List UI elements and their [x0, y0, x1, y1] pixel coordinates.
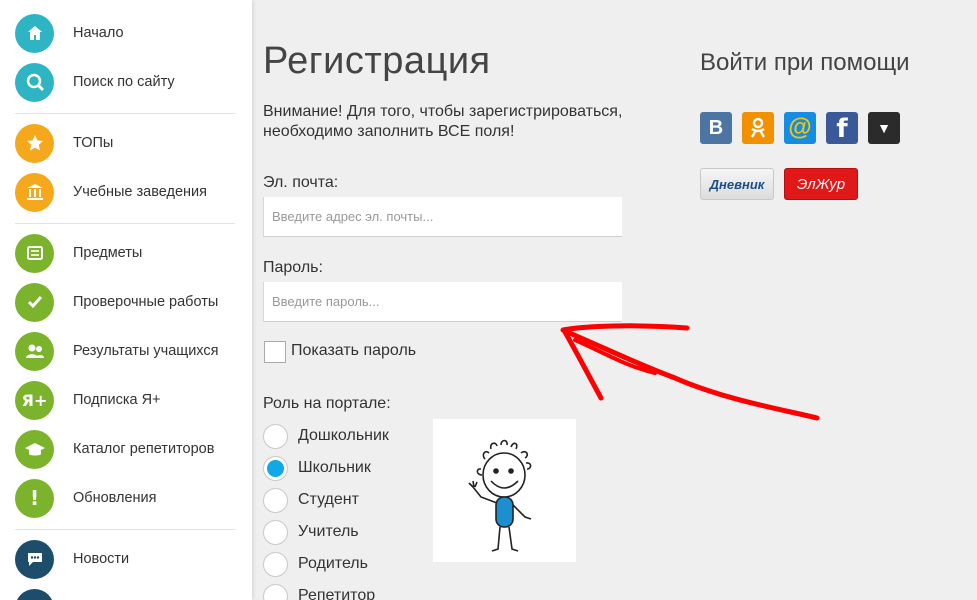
role-option-label: Дошкольник: [298, 427, 389, 444]
sidebar-item-subscription[interactable]: Я+ Подписка Я+: [0, 378, 252, 422]
mail-ru-icon: @: [788, 114, 812, 141]
chat-icon: [15, 539, 54, 579]
sidebar-item-label: Предметы: [73, 245, 143, 261]
radio-button[interactable]: [263, 423, 288, 449]
sidebar-item-tutors[interactable]: Каталог репетиторов: [0, 427, 252, 471]
sidebar-divider: [15, 113, 235, 114]
show-password-label[interactable]: Показать пароль: [291, 342, 416, 360]
facebook-icon: f: [836, 114, 848, 144]
facebook-login-button[interactable]: f: [826, 112, 858, 144]
sidebar-item-label: Поиск по сайту: [73, 74, 175, 90]
role-label: Роль на портале:: [263, 395, 391, 412]
child-figure-icon: [468, 439, 532, 552]
show-password-checkbox[interactable]: [264, 341, 286, 363]
dnevnik-login-button[interactable]: Дневник: [700, 168, 774, 200]
role-option-preschooler[interactable]: Дошкольник: [263, 423, 389, 449]
sidebar-item-label: Обновления: [73, 490, 157, 506]
partial-icon: [15, 588, 54, 600]
vk-login-button[interactable]: В: [700, 112, 732, 144]
role-option-label: Учитель: [298, 523, 359, 540]
institution-icon: [15, 172, 54, 212]
role-option-tutor[interactable]: Репетитор: [263, 583, 375, 600]
page-title: Регистрация: [263, 40, 491, 82]
role-illustration: [433, 419, 576, 562]
sidebar-item-label: Подписка Я+: [73, 392, 161, 408]
more-icon: ▼: [877, 120, 891, 136]
sidebar-item-home[interactable]: Начало: [0, 11, 252, 55]
vk-icon: В: [708, 116, 724, 139]
radio-button[interactable]: [263, 583, 288, 600]
graduation-cap-icon: [15, 429, 54, 469]
email-field[interactable]: Введите адрес эл. почты...: [263, 197, 622, 237]
home-icon: [15, 13, 54, 53]
password-label: Пароль:: [263, 259, 323, 276]
role-option-label: Репетитор: [298, 587, 376, 600]
list-icon: [15, 233, 54, 273]
sidebar-item-partial[interactable]: [0, 586, 252, 600]
odnoklassniki-icon: [750, 117, 766, 138]
sidebar-item-tests[interactable]: Проверочные работы: [0, 280, 252, 324]
role-option-label: Родитель: [298, 555, 368, 572]
check-icon: [15, 282, 54, 322]
sidebar-divider: [15, 223, 235, 224]
sidebar-item-tops[interactable]: ТОПы: [0, 121, 252, 165]
sidebar-item-label: Проверочные работы: [73, 294, 219, 310]
password-field[interactable]: Введите пароль...: [263, 282, 622, 322]
sidebar-item-label: Каталог репетиторов: [73, 441, 215, 457]
role-option-parent[interactable]: Родитель: [263, 551, 368, 577]
sidebar-item-label: Новости: [73, 551, 130, 567]
star-icon: [15, 123, 54, 163]
role-option-teacher[interactable]: Учитель: [263, 519, 359, 545]
mail-ru-login-button[interactable]: @: [784, 112, 816, 144]
registration-notice: Внимание! Для того, чтобы зарегистрирова…: [263, 103, 623, 140]
dnevnik-label: Дневник: [709, 176, 765, 192]
sidebar: Начало Поиск по сайту ТОПы Учебные завед…: [0, 0, 252, 600]
role-option-student[interactable]: Студент: [263, 487, 359, 513]
users-icon: [15, 331, 54, 371]
sidebar-divider: [15, 529, 235, 530]
elzhur-label: ЭлЖур: [796, 175, 846, 193]
radio-button[interactable]: [263, 551, 288, 577]
password-placeholder: Введите пароль...: [272, 294, 380, 309]
sidebar-item-label: Учебные заведения: [73, 184, 207, 200]
email-label: Эл. почта:: [263, 174, 339, 191]
sidebar-item-news[interactable]: Новости: [0, 537, 252, 581]
sidebar-item-subjects[interactable]: Предметы: [0, 231, 252, 275]
social-login-title: Войти при помощи: [700, 49, 910, 76]
role-option-schoolchild[interactable]: Школьник: [263, 455, 371, 481]
role-option-label: Студент: [298, 491, 359, 508]
sidebar-item-institutions[interactable]: Учебные заведения: [0, 170, 252, 214]
sidebar-item-results[interactable]: Результаты учащихся: [0, 329, 252, 373]
sidebar-item-label: ТОПы: [73, 135, 114, 151]
email-placeholder: Введите адрес эл. почты...: [272, 209, 434, 224]
search-icon: [15, 62, 54, 102]
radio-button-selected[interactable]: [263, 455, 288, 481]
more-providers-button[interactable]: ▼: [868, 112, 900, 144]
sidebar-item-updates[interactable]: ! Обновления: [0, 476, 252, 520]
ya-plus-icon: Я+: [15, 380, 54, 420]
elzhur-login-button[interactable]: ЭлЖур: [784, 168, 858, 200]
sidebar-item-label: Начало: [73, 25, 124, 41]
role-option-label: Школьник: [298, 459, 371, 476]
radio-button[interactable]: [263, 487, 288, 513]
sidebar-item-search[interactable]: Поиск по сайту: [0, 60, 252, 104]
sidebar-item-label: Результаты учащихся: [73, 343, 219, 359]
radio-button[interactable]: [263, 519, 288, 545]
annotation-arrow-icon: [560, 323, 820, 421]
odnoklassniki-login-button[interactable]: [742, 112, 774, 144]
exclamation-icon: !: [15, 478, 54, 518]
